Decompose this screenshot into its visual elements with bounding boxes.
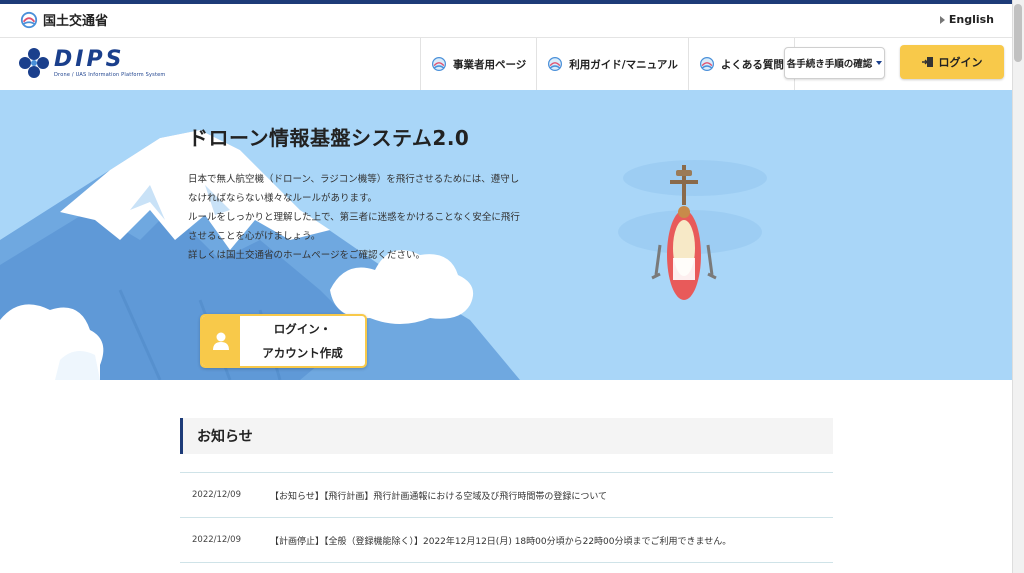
news-title-link[interactable]: 【計画停止】【全般（登録機能除く）】2022年12月12日(月) 18時00分頃… bbox=[270, 534, 833, 547]
news-section: お知らせ 2022/12/09 【お知らせ】【飛行計画】飛行計画通報における空域… bbox=[180, 418, 833, 563]
ministry-link[interactable]: 国土交通省 bbox=[20, 10, 108, 29]
english-label: English bbox=[948, 13, 994, 26]
english-link[interactable]: English bbox=[939, 13, 994, 26]
logo-title: DIPS bbox=[54, 46, 125, 72]
news-date: 2022/12/09 bbox=[192, 490, 241, 500]
helicopter-drone-illustration bbox=[618, 160, 767, 300]
news-item[interactable]: 2022/12/09 【計画停止】【全般（登録機能除く）】2022年12月12日… bbox=[180, 518, 833, 563]
login-button[interactable]: ログイン bbox=[900, 45, 1004, 79]
news-item[interactable]: 2022/12/09 【お知らせ】【飛行計画】飛行計画通報における空域及び飛行時… bbox=[180, 473, 833, 518]
scrollbar-thumb[interactable] bbox=[1014, 4, 1022, 62]
nav-link-business[interactable]: 事業者用ページ bbox=[420, 38, 536, 90]
dips-logo-icon bbox=[19, 48, 49, 78]
nav-link-label: よくある質問 bbox=[720, 58, 784, 71]
nav-link-label: 事業者用ページ bbox=[453, 58, 527, 71]
hero-line: 日本で無人航空機（ドローン、ラジコン機等）を飛行させるためには、遵守し bbox=[188, 174, 520, 185]
nav-link-faq[interactable]: よくある質問 bbox=[687, 38, 795, 90]
hero-line: ルールをしっかりと理解した上で、第三者に迷惑をかけることなく安全に飛行 bbox=[188, 212, 520, 223]
hero-line: させることを心がけましょう。 bbox=[188, 231, 321, 242]
main-nav: DIPS Drone / UAS Information Platform Sy… bbox=[0, 38, 1012, 90]
hero-title: ドローン情報基盤システム2.0 bbox=[188, 126, 470, 150]
logo-subtitle: Drone / UAS Information Platform System bbox=[54, 71, 166, 78]
mlit-icon bbox=[548, 57, 563, 71]
user-icon bbox=[213, 332, 229, 350]
nav-links: 事業者用ページ 利用ガイド/マニュアル よくある質問 bbox=[420, 38, 795, 90]
hero-line: 詳しくは国土交通省のホームページをご確認ください。 bbox=[188, 250, 426, 261]
procedure-dropdown-button[interactable]: 各手続き手順の確認 bbox=[784, 47, 885, 79]
mlit-icon bbox=[699, 57, 714, 71]
caret-down-icon bbox=[876, 61, 883, 65]
procedure-label: 各手続き手順の確認 bbox=[786, 59, 873, 70]
login-label: ログイン bbox=[938, 56, 983, 69]
ministry-bar: 国土交通省 English bbox=[0, 4, 1012, 38]
cta-line2: アカウント作成 bbox=[262, 346, 343, 360]
nav-link-label: 利用ガイド/マニュアル bbox=[569, 58, 678, 71]
hero-section: ドローン情報基盤システム2.0 日本で無人航空機（ドローン、ラジコン機等）を飛行… bbox=[0, 90, 1012, 380]
dips-logo[interactable]: DIPS Drone / UAS Information Platform Sy… bbox=[18, 47, 165, 79]
nav-link-guide[interactable]: 利用ガイド/マニュアル bbox=[536, 38, 688, 90]
mlit-icon bbox=[432, 57, 446, 71]
news-title-link[interactable]: 【お知らせ】【飛行計画】飛行計画通報における空域及び飛行時間帯の登録について bbox=[270, 489, 833, 502]
cta-line1: ログイン・ bbox=[273, 322, 332, 336]
page-scrollbar[interactable] bbox=[1012, 0, 1024, 573]
news-date: 2022/12/09 bbox=[192, 535, 241, 545]
login-door-icon bbox=[921, 57, 933, 67]
mlit-logo-icon bbox=[20, 11, 38, 28]
triangle-right-icon bbox=[939, 15, 945, 24]
hero-description: 日本で無人航空機（ドローン、ラジコン機等）を飛行させるためには、遵守し なければ… bbox=[188, 170, 578, 265]
news-heading: お知らせ bbox=[180, 418, 833, 454]
hero-line: なければならない様々なルールがあります。 bbox=[188, 193, 378, 204]
ministry-name: 国土交通省 bbox=[43, 14, 109, 29]
login-create-account-button[interactable]: ログイン・ アカウント作成 bbox=[200, 314, 367, 368]
